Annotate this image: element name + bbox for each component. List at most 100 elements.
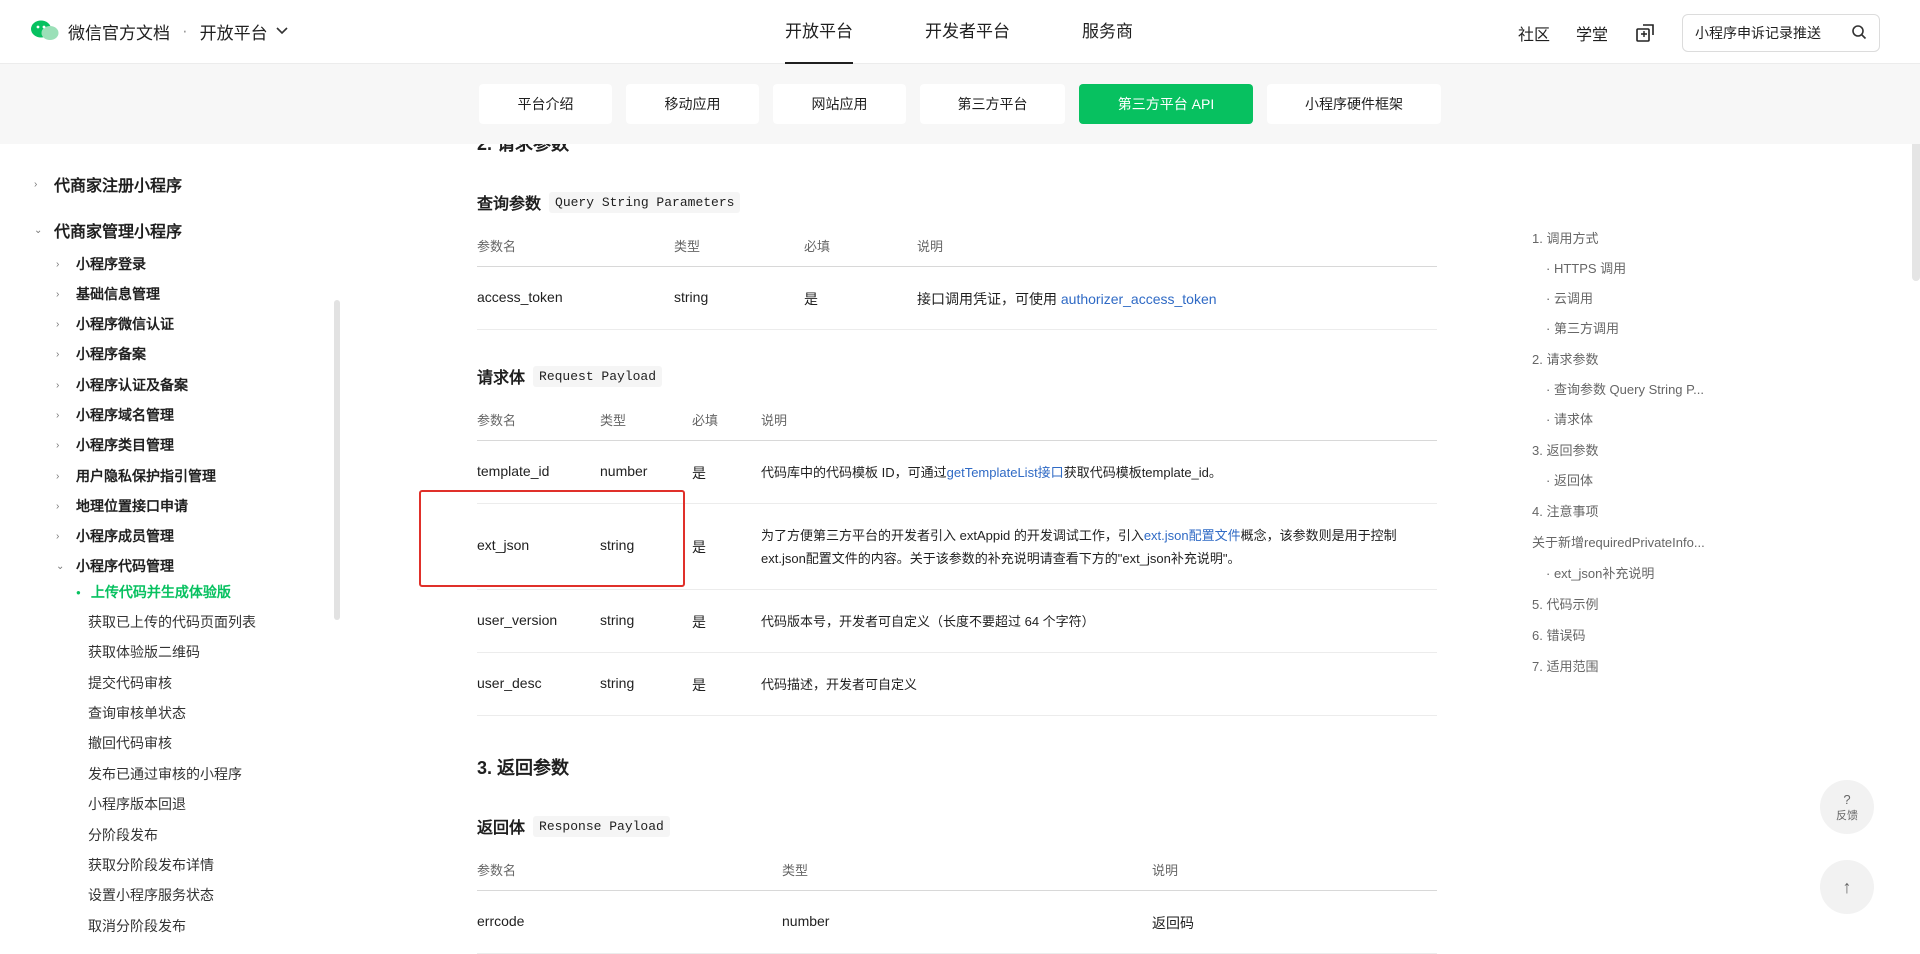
- tab-third-party-platform[interactable]: 第三方平台: [920, 84, 1065, 124]
- search-icon[interactable]: [1851, 24, 1867, 43]
- sidebar-item[interactable]: 获取分阶段发布详情: [88, 855, 214, 875]
- search-box[interactable]: [1682, 14, 1880, 52]
- brand-title: 微信官方文档: [68, 23, 170, 43]
- toc-item[interactable]: · 云调用: [1546, 288, 1593, 307]
- sidebar-item-manage[interactable]: ⌄ 代商家管理小程序: [34, 218, 182, 242]
- sidebar-group[interactable]: › 小程序微信认证: [56, 314, 174, 334]
- sidebar-group[interactable]: › 小程序认证及备案: [56, 375, 188, 395]
- nav-academy[interactable]: 学堂: [1576, 21, 1608, 45]
- cell-required: 是: [692, 677, 706, 693]
- query-params-title: 查询参数 Query String Parameters: [477, 190, 741, 214]
- sidebar-group[interactable]: › 地理位置接口申请: [56, 496, 188, 516]
- cell-required: 是: [692, 614, 706, 630]
- cell-desc-text: 接口调用凭证，可使用: [917, 291, 1061, 307]
- sidebar-item-register[interactable]: › 代商家注册小程序: [34, 172, 182, 196]
- ext-json-config-link[interactable]: ext.json配置文件: [1144, 528, 1241, 543]
- toc-item[interactable]: 2. 请求参数: [1532, 349, 1598, 368]
- page-scrollbar[interactable]: [1912, 126, 1920, 281]
- table-row: user_version string 是 代码版本号，开发者可自定义（长度不要…: [477, 590, 1437, 653]
- sidebar-item[interactable]: 小程序版本回退: [88, 794, 186, 814]
- toc-item[interactable]: · 查询参数 Query String P...: [1546, 379, 1704, 398]
- col-required: 必填: [692, 413, 719, 428]
- search-input[interactable]: [1695, 25, 1845, 41]
- toc-item[interactable]: 关于新增requiredPrivateInfo...: [1532, 532, 1705, 551]
- back-to-top-button[interactable]: ↑: [1820, 860, 1874, 914]
- sidebar-item-label: 上传代码并生成体验版: [90, 584, 231, 600]
- request-body-label: 请求体: [477, 370, 526, 387]
- sidebar-scrollbar[interactable]: [334, 300, 340, 620]
- wechat-logo-icon: [30, 18, 60, 44]
- brand[interactable]: 微信官方文档 · 开放平台: [30, 18, 288, 44]
- sidebar-group[interactable]: ⌄ 小程序代码管理: [56, 556, 174, 576]
- sidebar-item[interactable]: 获取已上传的代码页面列表: [88, 612, 256, 632]
- table-row: user_desc string 是 代码描述，开发者可自定义: [477, 653, 1437, 716]
- sidebar-group[interactable]: › 用户隐私保护指引管理: [56, 466, 216, 486]
- toc-item[interactable]: · 请求体: [1546, 409, 1593, 428]
- toc-item[interactable]: 7. 适用范围: [1532, 656, 1598, 675]
- toc-item[interactable]: · ext_json补充说明: [1546, 563, 1654, 582]
- col-name: 参数名: [477, 413, 517, 428]
- chevron-right-icon: ›: [56, 318, 60, 330]
- feedback-label: 反馈: [1836, 809, 1858, 822]
- access-token-link[interactable]: authorizer_access_token: [1061, 291, 1217, 307]
- toc-item[interactable]: 4. 注意事项: [1532, 501, 1598, 520]
- toc-item[interactable]: 6. 错误码: [1532, 625, 1585, 644]
- feedback-button[interactable]: ? 反馈: [1820, 780, 1874, 834]
- sidebar-item-label: 小程序备案: [76, 346, 146, 362]
- toc-item[interactable]: · 返回体: [1546, 470, 1593, 489]
- tab-third-party-api[interactable]: 第三方平台 API: [1079, 84, 1253, 124]
- table-row: access_token string 是 接口调用凭证，可使用 authori…: [477, 267, 1437, 330]
- chevron-down-icon[interactable]: [276, 24, 288, 38]
- cell-name: user_desc: [477, 675, 542, 691]
- arrow-up-icon: ↑: [1842, 876, 1852, 897]
- toc-item[interactable]: 1. 调用方式: [1532, 228, 1598, 247]
- response-body-title: 返回体 Response Payload: [477, 814, 670, 838]
- external-tools-icon[interactable]: [1634, 22, 1656, 44]
- tab-website-app[interactable]: 网站应用: [773, 84, 906, 124]
- sidebar-item[interactable]: 取消分阶段发布: [88, 916, 186, 936]
- sidebar-item-label: 小程序代码管理: [76, 558, 174, 574]
- chevron-right-icon: ›: [56, 409, 60, 421]
- sidebar-item-label: 地理位置接口申请: [76, 498, 188, 514]
- sidebar-item-label: 小程序微信认证: [76, 316, 174, 332]
- toc-item[interactable]: · 第三方调用: [1546, 318, 1619, 337]
- sidebar-group[interactable]: › 小程序成员管理: [56, 526, 174, 546]
- query-params-label: 查询参数: [477, 196, 542, 213]
- response-body-label: 返回体: [477, 820, 526, 837]
- sidebar-item[interactable]: 分阶段发布: [88, 825, 158, 845]
- sidebar-item[interactable]: 撤回代码审核: [88, 733, 172, 753]
- toc-item[interactable]: · HTTPS 调用: [1546, 258, 1626, 277]
- sidebar-group[interactable]: › 小程序备案: [56, 344, 146, 364]
- sidebar-group[interactable]: › 小程序域名管理: [56, 405, 174, 425]
- desc-text: 获取代码模板template_id。: [1063, 465, 1222, 480]
- toc-item[interactable]: 5. 代码示例: [1532, 594, 1598, 613]
- sidebar-group[interactable]: › 基础信息管理: [56, 284, 160, 304]
- sidebar-item[interactable]: 发布已通过审核的小程序: [88, 764, 242, 784]
- nav-community[interactable]: 社区: [1518, 21, 1550, 45]
- toc-item[interactable]: 3. 返回参数: [1532, 440, 1598, 459]
- highlight-annotation-box: [419, 490, 685, 587]
- nav-open-platform[interactable]: 开放平台: [785, 0, 853, 64]
- sidebar: › 代商家注册小程序 ⌄ 代商家管理小程序 › 小程序登录 › 基础信息管理 › 小程序微…: [0, 144, 340, 953]
- sidebar-group[interactable]: › 小程序类目管理: [56, 435, 174, 455]
- sidebar-group[interactable]: › 小程序登录: [56, 254, 146, 274]
- cell-desc: 代码版本号，开发者可自定义（长度不要超过 64 个字符）: [761, 614, 1095, 629]
- cell-desc: 返回码: [1152, 915, 1194, 931]
- col-desc: 说明: [761, 413, 788, 428]
- tab-mini-program-hardware[interactable]: 小程序硬件框架: [1267, 84, 1441, 124]
- cell-required: 是: [692, 465, 706, 481]
- top-bar: 微信官方文档 · 开放平台 开放平台 开发者平台 服务商 社区 学堂: [0, 0, 1920, 64]
- nav-service-provider[interactable]: 服务商: [1082, 0, 1133, 64]
- desc-text: 为了方便第三方平台的开发者引入 extAppid 的开发调试工作，引入: [761, 528, 1144, 543]
- tab-platform-intro[interactable]: 平台介绍: [479, 84, 612, 124]
- sidebar-item-label: 小程序域名管理: [76, 407, 174, 423]
- sidebar-item[interactable]: 获取体验版二维码: [88, 642, 200, 662]
- sidebar-item[interactable]: 设置小程序服务状态: [88, 885, 214, 905]
- nav-developer-platform[interactable]: 开发者平台: [925, 0, 1010, 64]
- sidebar-item-current[interactable]: ● 上传代码并生成体验版: [76, 582, 231, 602]
- tab-mobile-app[interactable]: 移动应用: [626, 84, 759, 124]
- sidebar-item[interactable]: 提交代码审核: [88, 673, 172, 693]
- get-template-list-link[interactable]: getTemplateList接口: [947, 465, 1064, 480]
- sidebar-item[interactable]: 查询审核单状态: [88, 703, 186, 723]
- brand-section[interactable]: 开放平台: [200, 19, 268, 44]
